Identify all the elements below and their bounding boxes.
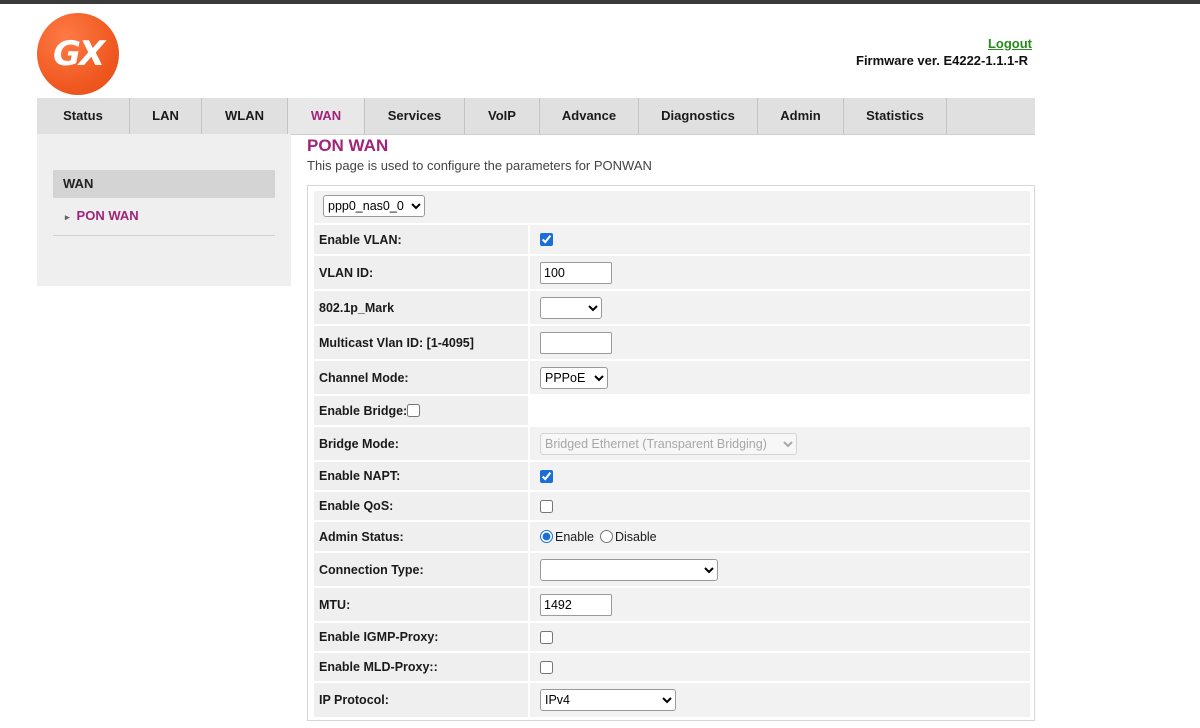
mld-proxy-row: Enable MLD-Proxy:: bbox=[314, 653, 1030, 681]
nav-tab-admin[interactable]: Admin bbox=[758, 98, 844, 134]
nav-tab-lan[interactable]: LAN bbox=[130, 98, 202, 134]
mtu-row: MTU: bbox=[314, 588, 1030, 621]
ip-protocol-row: IP Protocol: IPv4 bbox=[314, 683, 1030, 717]
sidebar: WAN ▸ PON WAN bbox=[37, 134, 291, 286]
logout-link[interactable]: Logout bbox=[988, 36, 1032, 51]
ip-protocol-label: IP Protocol: bbox=[314, 683, 528, 717]
wan-config-form: ppp0_nas0_0 Enable VLAN: VLAN ID: 802.1p… bbox=[307, 185, 1035, 721]
enable-bridge-cell: Enable Bridge: bbox=[314, 396, 528, 425]
gx-logo: GX bbox=[37, 13, 119, 95]
channel-mode-row: Channel Mode: PPPoE bbox=[314, 361, 1030, 394]
channel-mode-select[interactable]: PPPoE bbox=[540, 366, 608, 389]
enable-qos-row: Enable QoS: bbox=[314, 492, 1030, 520]
admin-status-disable-radio[interactable] bbox=[599, 530, 613, 543]
bridge-mode-select[interactable]: Bridged Ethernet (Transparent Bridging) bbox=[540, 432, 797, 455]
multicast-vlan-label: Multicast Vlan ID: [1-4095] bbox=[314, 326, 528, 359]
admin-status-enable-radio[interactable] bbox=[540, 530, 553, 543]
igmp-proxy-checkbox[interactable] bbox=[540, 630, 553, 644]
enable-vlan-label: Enable VLAN: bbox=[314, 225, 528, 254]
enable-napt-checkbox[interactable] bbox=[540, 469, 553, 483]
sidebar-item-label: PON WAN bbox=[76, 208, 139, 223]
mtu-label: MTU: bbox=[314, 588, 528, 621]
vlan-id-input[interactable] bbox=[540, 261, 612, 284]
page-title: PON WAN bbox=[307, 136, 389, 155]
admin-status-enable-label: Enable bbox=[555, 529, 594, 544]
sidebar-item-pon-wan[interactable]: ▸ PON WAN bbox=[65, 208, 139, 223]
connection-select-row: ppp0_nas0_0 bbox=[314, 191, 1030, 223]
multicast-vlan-row: Multicast Vlan ID: [1-4095] bbox=[314, 326, 1030, 359]
admin-status-disable-label: Disable bbox=[614, 529, 657, 544]
enable-vlan-row: Enable VLAN: bbox=[314, 225, 1030, 254]
nav-tab-status[interactable]: Status bbox=[37, 98, 130, 134]
multicast-vlan-input[interactable] bbox=[540, 331, 612, 354]
mark-8021p-row: 802.1p_Mark bbox=[314, 291, 1030, 324]
nav-tab-services[interactable]: Services bbox=[365, 98, 465, 134]
sidebar-header: WAN bbox=[53, 170, 275, 198]
main-nav: Status LAN WLAN WAN Services VoIP Advanc… bbox=[37, 98, 1035, 135]
connection-type-select[interactable] bbox=[540, 558, 718, 581]
channel-mode-label: Channel Mode: bbox=[314, 361, 528, 394]
nav-tab-voip[interactable]: VoIP bbox=[465, 98, 540, 134]
mark-8021p-select[interactable] bbox=[540, 296, 602, 319]
enable-napt-row: Enable NAPT: bbox=[314, 462, 1030, 490]
enable-napt-label: Enable NAPT: bbox=[314, 462, 528, 490]
enable-bridge-checkbox[interactable] bbox=[407, 404, 421, 417]
logo-text: GX bbox=[52, 34, 105, 74]
bridge-mode-row: Bridge Mode: Bridged Ethernet (Transpare… bbox=[314, 427, 1030, 460]
mark-8021p-label: 802.1p_Mark bbox=[314, 291, 528, 324]
nav-tab-diagnostics[interactable]: Diagnostics bbox=[639, 98, 758, 134]
igmp-proxy-label: Enable IGMP-Proxy: bbox=[314, 623, 528, 651]
enable-vlan-checkbox[interactable] bbox=[540, 233, 553, 246]
chevron-right-icon: ▸ bbox=[65, 212, 70, 222]
enable-bridge-label: Enable Bridge: bbox=[319, 403, 408, 418]
bridge-mode-label: Bridge Mode: bbox=[314, 427, 528, 460]
connection-select[interactable]: ppp0_nas0_0 bbox=[323, 195, 425, 217]
firmware-version: Firmware ver. E4222-1.1.1-R bbox=[856, 53, 1028, 68]
mtu-input[interactable] bbox=[540, 593, 612, 616]
mld-proxy-label: Enable MLD-Proxy:: bbox=[314, 653, 528, 681]
admin-status-row: Admin Status: Enable Disable bbox=[314, 522, 1030, 551]
enable-qos-label: Enable QoS: bbox=[314, 492, 528, 520]
enable-qos-checkbox[interactable] bbox=[540, 499, 553, 513]
mld-proxy-checkbox[interactable] bbox=[540, 660, 553, 674]
sidebar-divider bbox=[53, 235, 275, 236]
enable-bridge-row: Enable Bridge: bbox=[314, 396, 1030, 425]
connection-type-label: Connection Type: bbox=[314, 553, 528, 586]
nav-tab-advance[interactable]: Advance bbox=[540, 98, 639, 134]
ip-protocol-select[interactable]: IPv4 bbox=[540, 689, 676, 711]
window-top-bar bbox=[0, 0, 1200, 4]
admin-status-label: Admin Status: bbox=[314, 522, 528, 551]
vlan-id-label: VLAN ID: bbox=[314, 256, 528, 289]
connection-type-row: Connection Type: bbox=[314, 553, 1030, 586]
page-description: This page is used to configure the param… bbox=[307, 158, 652, 173]
nav-tab-wlan[interactable]: WLAN bbox=[202, 98, 288, 134]
igmp-proxy-row: Enable IGMP-Proxy: bbox=[314, 623, 1030, 651]
nav-tab-statistics[interactable]: Statistics bbox=[844, 98, 947, 134]
vlan-id-row: VLAN ID: bbox=[314, 256, 1030, 289]
nav-tab-wan[interactable]: WAN bbox=[288, 98, 365, 134]
enable-bridge-blank bbox=[530, 396, 1030, 425]
